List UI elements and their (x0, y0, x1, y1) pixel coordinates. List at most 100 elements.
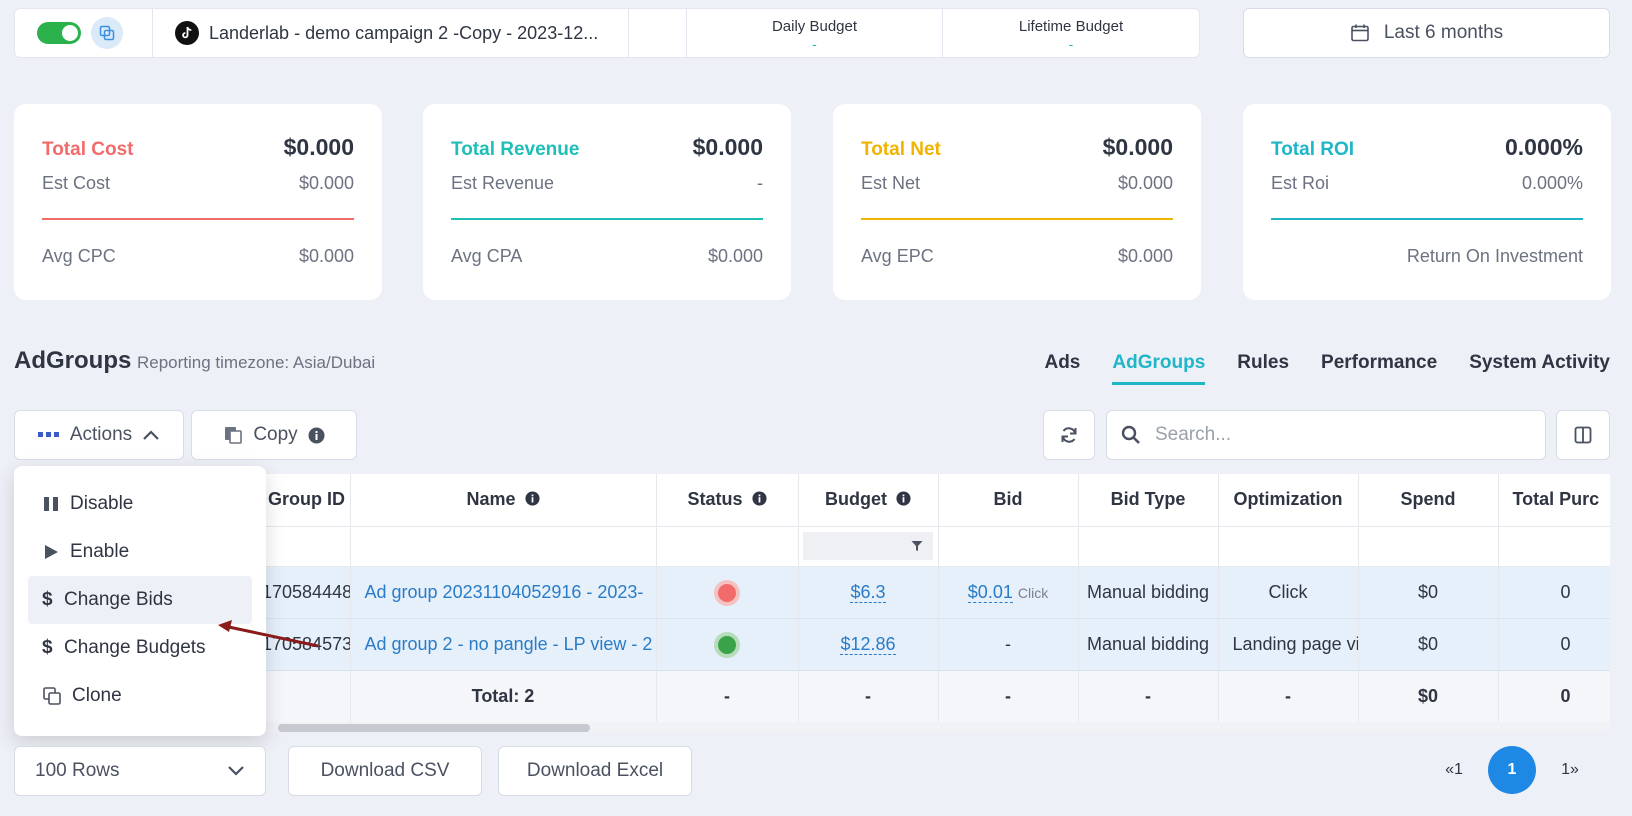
card-foot-value: Return On Investment (1406, 245, 1583, 266)
menu-item-enable[interactable]: Enable (28, 528, 252, 576)
filter-cell (938, 526, 1079, 567)
menu-item-clone[interactable]: Clone (28, 672, 252, 720)
tab-rules[interactable]: Rules (1237, 352, 1289, 385)
tab-ads[interactable]: Ads (1044, 352, 1080, 385)
card-title: Total Net (861, 139, 941, 160)
status-cell (656, 566, 799, 619)
bid-edit-link[interactable]: $0.01 (967, 581, 1013, 603)
daily-budget-value[interactable]: - (812, 37, 817, 51)
col-header-bid-type[interactable]: Bid Type (1078, 474, 1219, 527)
chevron-up-icon (143, 430, 159, 440)
col-header-label: Status (687, 489, 743, 510)
total-label: Total: 2 (350, 670, 657, 722)
info-icon (308, 427, 325, 443)
refresh-icon (1061, 427, 1077, 443)
lifetime-budget-value[interactable]: - (1069, 37, 1074, 51)
col-header-budget[interactable]: Budget (798, 474, 939, 527)
bid-type-cell: Manual bidding (1078, 618, 1219, 671)
menu-item-disable[interactable]: Disable (28, 480, 252, 528)
campaign-header-bar: Landerlab - demo campaign 2 -Copy - 2023… (14, 8, 1200, 58)
col-header-name[interactable]: Name (350, 474, 657, 527)
copy-button[interactable]: Copy (191, 410, 357, 460)
date-range-picker[interactable]: Last 6 months (1243, 8, 1610, 58)
col-header-bid[interactable]: Bid (938, 474, 1079, 527)
adgroup-name-link[interactable]: Ad group 2 - no pangle - LP view - 2 (350, 618, 657, 671)
budget-filter[interactable] (803, 532, 933, 560)
spend-cell: $0 (1358, 618, 1499, 671)
download-csv-label: Download CSV (320, 760, 450, 781)
card-divider (1271, 218, 1583, 220)
col-header-total-purchases[interactable]: Total Purc (1498, 474, 1610, 527)
total-optimization: - (1218, 670, 1359, 722)
total-spend: $0 (1358, 670, 1499, 722)
reporting-timezone: Reporting timezone: Asia/Dubai (137, 353, 376, 372)
total-roi-card: Total ROI 0.000% Est Roi 0.000% Return On … (1243, 104, 1611, 300)
header-spacer (629, 9, 687, 57)
total-revenue-card: Total Revenue $0.000 Est Revenue - Avg CPA… (423, 104, 791, 300)
calendar-icon (1351, 24, 1369, 42)
rows-per-page-value: 100 Rows (35, 760, 120, 781)
col-header-optimization[interactable]: Optimization (1218, 474, 1359, 527)
optimization-cell: Click (1218, 566, 1359, 619)
info-icon (751, 491, 767, 506)
card-est-label: Est Cost (42, 173, 111, 193)
filter-cell (1358, 526, 1499, 567)
dots-icon (37, 432, 59, 437)
download-excel-button[interactable]: Download Excel (498, 746, 692, 796)
pagination-next[interactable]: 1» (1540, 748, 1600, 792)
copy-icon (99, 25, 115, 41)
annotation-arrow-icon (218, 620, 319, 648)
campaign-name-cell[interactable]: Landerlab - demo campaign 2 -Copy - 2023… (153, 9, 629, 57)
actions-button[interactable]: Actions (14, 410, 184, 460)
filter-icon (911, 541, 923, 551)
card-foot-label: Avg CPC (42, 245, 116, 266)
total-purchases: 0 (1498, 670, 1610, 722)
tiktok-icon (175, 21, 199, 45)
spend-cell: $0 (1358, 566, 1499, 619)
date-range-label: Last 6 months (1383, 22, 1504, 43)
adgroup-name-link[interactable]: Ad group 20231104052916 - 2023- (350, 566, 657, 619)
copy-icon (225, 427, 243, 444)
actions-label: Actions (69, 424, 133, 445)
search-input[interactable] (1155, 424, 1515, 446)
pagination-current-page[interactable]: 1 (1488, 746, 1536, 794)
dollar-icon: $ (42, 637, 53, 658)
menu-item-label: Clone (72, 685, 122, 706)
total-purchases-cell: 0 (1498, 566, 1610, 619)
budget-edit-link[interactable]: $12.86 (840, 633, 896, 655)
search-box[interactable] (1106, 410, 1546, 460)
download-csv-button[interactable]: Download CSV (288, 746, 482, 796)
status-dot-red-icon[interactable] (718, 583, 736, 602)
card-foot-value: $0.000 (1117, 245, 1173, 266)
col-header-status[interactable]: Status (656, 474, 799, 527)
col-header-label: Budget (824, 489, 887, 510)
pagination-prev[interactable]: «1 (1424, 748, 1484, 792)
campaign-active-toggle[interactable] (37, 22, 81, 44)
menu-item-label: Disable (70, 493, 134, 514)
tab-adgroups[interactable]: AdGroups (1112, 352, 1206, 385)
refresh-button[interactable] (1043, 410, 1095, 460)
budget-edit-link[interactable]: $6.3 (850, 581, 886, 603)
download-excel-label: Download Excel (526, 760, 664, 781)
filter-cell (1498, 526, 1610, 567)
status-cell (656, 618, 799, 671)
actions-dropdown-menu: Disable Enable $ Change Bids $ Change Bu… (14, 466, 266, 736)
tab-performance[interactable]: Performance (1321, 352, 1437, 385)
col-header-label: Name (466, 489, 516, 510)
card-value: $0.000 (283, 134, 354, 160)
rows-per-page-select[interactable]: 100 Rows (14, 746, 266, 796)
columns-icon (1574, 426, 1592, 444)
tab-system-activity[interactable]: System Activity (1469, 352, 1610, 385)
dollar-icon: $ (42, 589, 53, 610)
copy-campaign-button[interactable] (91, 17, 123, 49)
card-est-value: 0.000% (1521, 173, 1583, 193)
status-dot-green-icon[interactable] (718, 635, 736, 654)
total-bid: - (938, 670, 1079, 722)
card-est-value: $0.000 (298, 173, 354, 193)
columns-toggle-button[interactable] (1556, 410, 1610, 460)
col-header-spend[interactable]: Spend (1358, 474, 1499, 527)
total-budget: - (798, 670, 939, 722)
budget-cell: $6.3 (798, 566, 939, 619)
optimization-cell: Landing page vi (1218, 618, 1359, 671)
scrollbar-thumb[interactable] (278, 724, 590, 732)
